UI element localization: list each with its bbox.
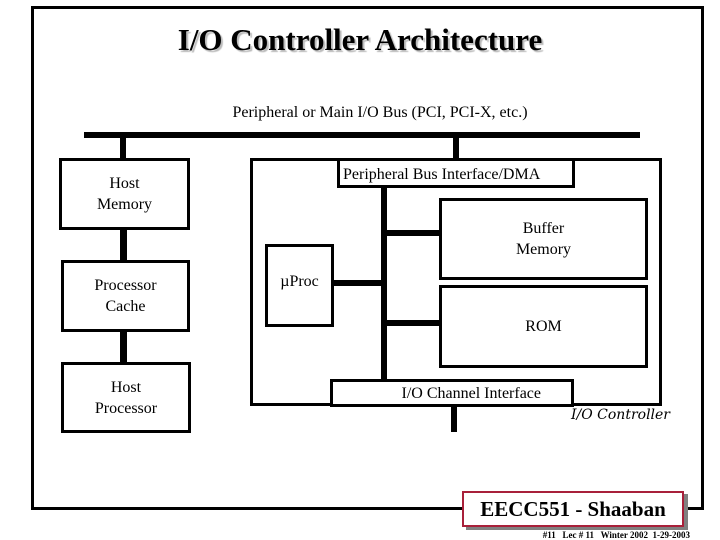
bus-to-host-memory-link: [120, 138, 126, 160]
microprocessor-label: µProc: [280, 273, 319, 290]
host-processor-line2: Processor: [94, 399, 158, 417]
memory-to-cache-link: [120, 228, 127, 260]
rom-box: ROM: [439, 285, 648, 368]
peripheral-bus-interface-box: Peripheral Bus Interface/DMA: [337, 158, 575, 188]
bus-to-buffer-link: [387, 230, 441, 236]
buffer-memory-box: Buffer Memory: [439, 198, 648, 280]
io-channel-stub: [451, 406, 457, 432]
io-controller-label: I/O Controller: [570, 407, 670, 423]
cache-to-processor-link: [120, 330, 127, 365]
host-memory-box: Host Memory: [59, 158, 190, 230]
host-memory-line2: Memory: [96, 196, 153, 213]
io-channel-interface-label: I/O Channel Interface: [401, 384, 541, 402]
rom-label: ROM: [525, 318, 562, 335]
uproc-to-bus-link: [331, 280, 383, 286]
course-badge: EECC551 - Shaaban: [462, 491, 684, 527]
host-memory-line1: Host: [109, 175, 140, 192]
bus-to-rom-link: [387, 320, 441, 326]
course-badge-label: EECC551 - Shaaban: [480, 496, 666, 521]
slide-title: I/O Controller Architecture: [177, 22, 543, 57]
processor-cache-box: Processor Cache: [61, 260, 190, 332]
slide-footer-info: #11 Lec # 11 Winter 2002 1-29-2003: [542, 530, 690, 540]
processor-cache-line1: Processor: [94, 277, 157, 294]
buffer-memory-line1: Buffer: [522, 220, 565, 237]
host-processor-line1: Host: [110, 378, 142, 396]
io-channel-interface-box: I/O Channel Interface: [330, 379, 574, 407]
main-bus-label: Peripheral or Main I/O Bus (PCI, PCI-X, …: [232, 104, 528, 121]
host-processor-box: Host Processor: [61, 362, 191, 433]
microprocessor-box: µProc: [265, 244, 334, 327]
processor-cache-line2: Cache: [105, 298, 146, 315]
peripheral-bus-interface-label: Peripheral Bus Interface/DMA: [343, 166, 541, 183]
main-io-bus: [84, 132, 640, 138]
buffer-memory-line2: Memory: [515, 241, 572, 258]
